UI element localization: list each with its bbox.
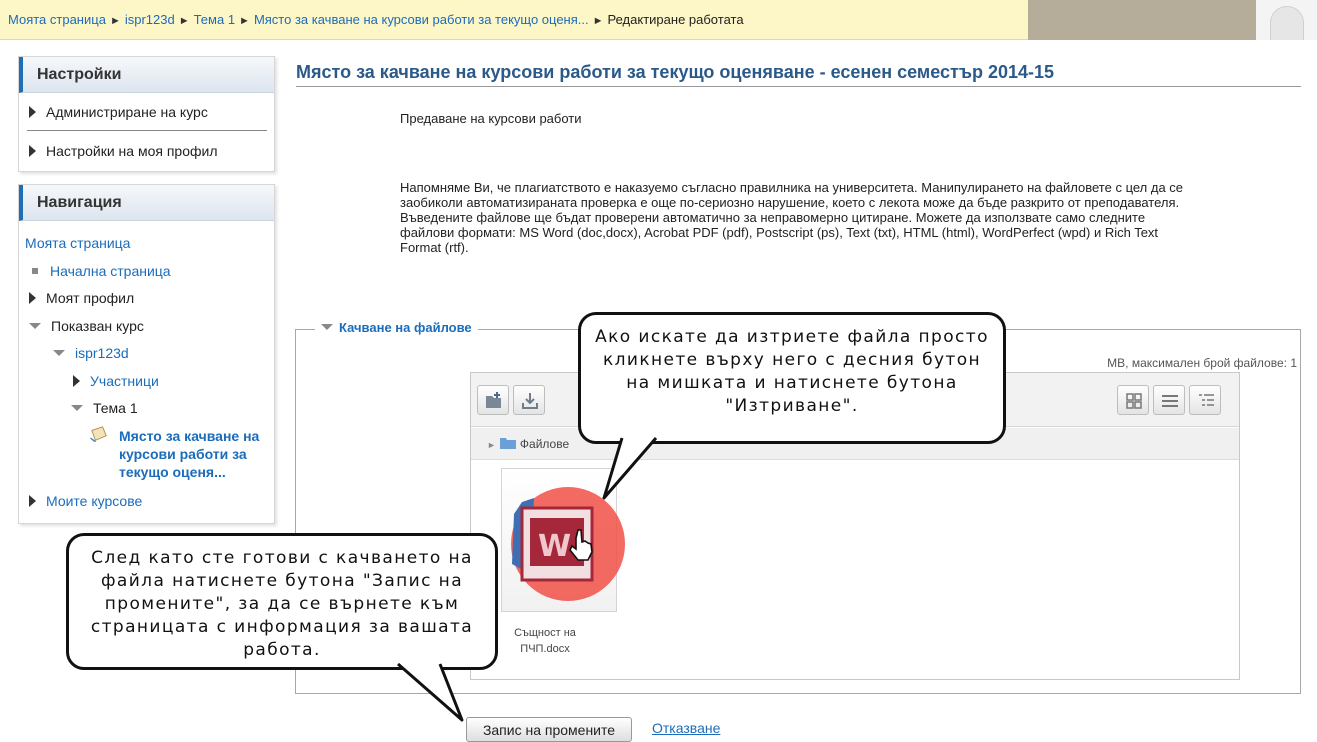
nav-label: ispr123d <box>75 345 129 361</box>
file-name-line: ПЧП.docx <box>520 643 570 655</box>
avatar[interactable] <box>1256 0 1317 40</box>
nav-topic[interactable]: Тема 1 <box>71 400 138 416</box>
settings-block-title: Настройки <box>19 57 274 93</box>
callout-save-hint: След като сте готови с качването на файл… <box>66 533 498 670</box>
divider <box>27 130 267 131</box>
path-crumb[interactable]: ► Файлове <box>487 437 569 451</box>
expand-arrow-icon <box>29 106 36 118</box>
folder-icon <box>499 438 516 449</box>
add-file-button[interactable] <box>477 385 509 415</box>
collapse-arrow-icon <box>53 350 65 356</box>
collapse-arrow-icon <box>71 405 83 411</box>
view-tree-button[interactable] <box>1189 385 1221 415</box>
callout-tail <box>602 431 658 500</box>
nav-label: Тема 1 <box>93 400 138 416</box>
assignment-icon <box>90 426 107 443</box>
breadcrumb-separator: ► <box>239 15 250 27</box>
plagiarism-notice: Напомняме Ви, че плагиатството е наказуе… <box>400 180 1184 255</box>
breadcrumb: Моята страница ► ispr123d ► Тема 1 ► Място за … <box>8 12 744 27</box>
breadcrumb-separator: ► <box>109 15 121 27</box>
nav-my-profile[interactable]: Моят профил <box>29 290 134 306</box>
breadcrumb-separator: ► <box>592 15 604 27</box>
view-icons-button[interactable] <box>1117 385 1149 415</box>
avatar-silhouette-icon <box>1270 6 1304 40</box>
upload-legend[interactable]: Качване на файлове <box>315 320 478 335</box>
breadcrumb-current: Редактиране работата <box>607 12 744 27</box>
nav-label: Участници <box>90 373 159 389</box>
add-file-icon <box>486 392 501 408</box>
nav-label: Моите курсове <box>46 493 143 509</box>
settings-item-course-admin[interactable]: Администриране на курс <box>29 104 208 120</box>
nav-participants[interactable]: Участници <box>73 373 159 389</box>
page-title: Място за качване на курсови работи за те… <box>296 62 1055 82</box>
nav-home[interactable]: Начална страница <box>29 263 171 279</box>
svg-text:W: W <box>538 529 571 564</box>
file-name-line: Същност на <box>514 627 576 639</box>
navigation-block-title: Навигация <box>19 185 274 221</box>
nav-label: Моят профил <box>46 290 135 306</box>
breadcrumb-course[interactable]: ispr123d <box>125 12 175 27</box>
bullet-icon <box>32 268 38 274</box>
list-view-icon <box>1162 395 1178 407</box>
cancel-link[interactable]: Отказване <box>652 720 720 736</box>
expand-arrow-icon <box>29 292 36 304</box>
breadcrumb-bar: Моята страница ► ispr123d ► Тема 1 ► Място за … <box>0 0 1317 40</box>
user-menu-area <box>1028 0 1256 40</box>
nav-current-assignment[interactable]: Място за качване на курсови работи за те… <box>119 427 269 481</box>
nav-current-course[interactable]: Показван курс <box>29 318 144 334</box>
navigation-block: Навигация Моята страница Начална страниц… <box>18 184 275 524</box>
upload-limits: MB, максимален брой файлове: 1 <box>1107 356 1297 370</box>
download-icon <box>522 393 538 409</box>
tree-view-icon <box>1199 394 1214 406</box>
expand-arrow-icon <box>29 145 36 157</box>
expand-arrow-icon: ► <box>487 440 496 450</box>
breadcrumb-my-page[interactable]: Моята страница <box>8 12 106 27</box>
nav-my-page[interactable]: Моята страница <box>25 235 130 251</box>
path-label: Файлове <box>519 437 570 451</box>
expand-arrow-icon <box>29 495 36 507</box>
nav-my-courses[interactable]: Моите курсове <box>29 493 142 509</box>
callout-delete-hint: Ако искате да изтриете файла просто клик… <box>578 312 1006 444</box>
nav-label: Показван курс <box>51 318 144 334</box>
settings-block: Настройки Администриране на курс Настрой… <box>18 56 275 172</box>
submission-intro: Предаване на курсови работи <box>400 111 582 126</box>
settings-item-profile[interactable]: Настройки на моя профил <box>29 143 218 159</box>
breadcrumb-assignment[interactable]: Място за качване на курсови работи за те… <box>254 12 589 27</box>
collapse-arrow-icon <box>29 323 41 329</box>
save-changes-button[interactable]: Запис на промените <box>466 717 632 742</box>
callout-tail <box>397 657 464 722</box>
file-name[interactable]: Същност на ПЧП.docx <box>485 625 605 657</box>
word-document-icon[interactable]: W <box>508 494 618 594</box>
settings-item-label: Администриране на курс <box>46 104 208 120</box>
grid-view-icon <box>1126 393 1142 409</box>
breadcrumb-topic[interactable]: Тема 1 <box>194 12 235 27</box>
download-button[interactable] <box>513 385 545 415</box>
nav-course[interactable]: ispr123d <box>53 345 129 361</box>
nav-home-label: Начална страница <box>50 263 171 279</box>
breadcrumb-separator: ► <box>178 15 190 27</box>
view-list-button[interactable] <box>1153 385 1185 415</box>
collapse-arrow-icon <box>321 324 333 330</box>
settings-item-label: Настройки на моя профил <box>46 143 218 159</box>
upload-legend-label: Качване на файлове <box>339 320 472 335</box>
title-underline <box>296 86 1301 87</box>
expand-arrow-icon <box>73 375 80 387</box>
